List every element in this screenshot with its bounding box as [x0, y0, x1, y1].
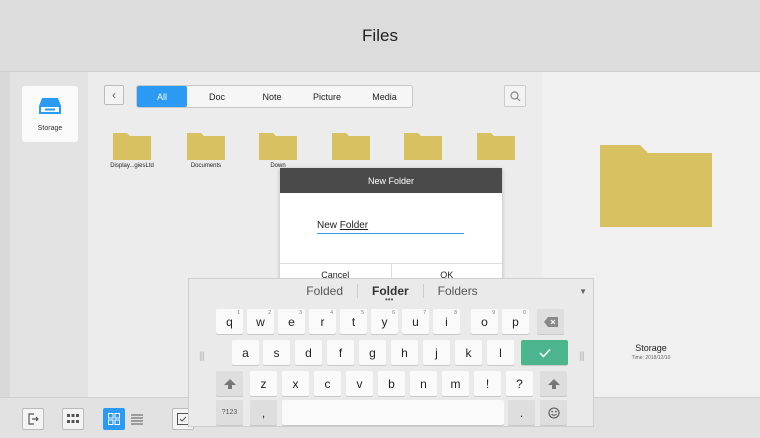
folder-icon — [187, 133, 225, 160]
key-j[interactable]: j — [423, 340, 450, 365]
suggestion-item[interactable]: Folded — [292, 284, 357, 298]
app-title: Files — [362, 25, 398, 45]
shift-icon — [547, 378, 560, 389]
space-key[interactable] — [282, 400, 504, 425]
input-text-composing: Folder — [339, 220, 369, 231]
dialog-title: New Folder — [280, 168, 502, 193]
key-m[interactable]: m — [442, 371, 469, 396]
key-k[interactable]: k — [455, 340, 482, 365]
suggestion-strip: Folded Folder Folders ••• — [189, 279, 595, 304]
key-s[interactable]: s — [263, 340, 290, 365]
tab-note[interactable]: Note — [247, 86, 297, 107]
grid-view-icon — [108, 413, 120, 425]
key-v[interactable]: v — [346, 371, 373, 396]
tab-all[interactable]: All — [137, 86, 187, 107]
on-screen-keyboard: Folded Folder Folders ••• ▼ ||| ||| q1 w… — [188, 278, 594, 427]
more-suggestions-icon: ••• — [385, 295, 394, 304]
suggestion-item[interactable]: Folders — [424, 284, 492, 298]
emoji-icon — [547, 406, 560, 419]
storage-sidebar: Storage — [10, 72, 88, 397]
comma-key[interactable]: , — [250, 400, 277, 425]
folder-icon — [477, 133, 515, 160]
back-button[interactable]: ‹ — [104, 85, 124, 105]
key-r[interactable]: r4 — [309, 309, 336, 334]
filter-tabs: All Doc Note Picture Media — [136, 85, 413, 108]
new-folder-dialog: New Folder New Folder Cancel OK — [280, 168, 502, 286]
storage-icon — [38, 96, 62, 121]
storage-tile[interactable]: Storage — [22, 86, 78, 142]
key-u[interactable]: u7 — [402, 309, 429, 334]
key-h[interactable]: h — [391, 340, 418, 365]
folder-name: Documents — [190, 163, 222, 169]
folder-item[interactable] — [393, 130, 453, 163]
folder-item[interactable] — [321, 130, 381, 163]
tab-picture[interactable]: Picture — [297, 86, 357, 107]
folder-item[interactable]: Down — [248, 130, 308, 169]
shift-key-right[interactable] — [540, 371, 567, 396]
exit-button[interactable] — [22, 408, 44, 430]
key-e[interactable]: e3 — [278, 309, 305, 334]
folder-icon — [113, 133, 151, 160]
key-w[interactable]: w2 — [247, 309, 274, 334]
folder-item[interactable] — [466, 130, 526, 163]
key-a[interactable]: a — [232, 340, 259, 365]
list-view-button[interactable] — [126, 408, 148, 430]
key-o[interactable]: o9 — [471, 309, 498, 334]
key-n[interactable]: n — [410, 371, 437, 396]
collapse-keyboard-icon[interactable]: ▼ — [579, 287, 587, 296]
key-z[interactable]: z — [250, 371, 277, 396]
key-g[interactable]: g — [359, 340, 386, 365]
grid-small-icon — [67, 414, 79, 423]
storage-tile-label: Storage — [37, 125, 63, 132]
emoji-key[interactable] — [540, 400, 567, 425]
key-x[interactable]: x — [282, 371, 309, 396]
folder-icon — [404, 133, 442, 160]
key-f[interactable]: f — [327, 340, 354, 365]
key-y[interactable]: y6 — [371, 309, 398, 334]
key-b[interactable]: b — [378, 371, 405, 396]
key-t[interactable]: t5 — [340, 309, 367, 334]
backspace-icon — [543, 316, 558, 327]
large-folder-icon — [600, 145, 712, 227]
tab-doc[interactable]: Doc — [187, 86, 247, 107]
symbols-key[interactable]: ?123 — [216, 400, 243, 425]
key-i[interactable]: i8 — [433, 309, 460, 334]
title-bar: Files — [0, 0, 760, 72]
right-grip-icon[interactable]: ||| — [579, 351, 585, 362]
shift-icon — [223, 378, 236, 389]
key-l[interactable]: l — [487, 340, 514, 365]
folder-name-input[interactable]: New Folder — [317, 220, 464, 234]
enter-key[interactable] — [521, 340, 568, 365]
chevron-left-icon: ‹ — [112, 88, 116, 102]
key-question[interactable]: ? — [506, 371, 533, 396]
folder-item[interactable]: Documents — [176, 130, 236, 169]
key-p[interactable]: p0 — [502, 309, 529, 334]
folder-name: Display...giesLtd — [110, 163, 154, 169]
folder-icon — [259, 133, 297, 160]
left-grip-icon[interactable]: ||| — [199, 351, 205, 362]
list-view-icon — [131, 414, 143, 424]
search-button[interactable] — [504, 85, 526, 107]
checkmark-icon — [538, 348, 551, 358]
tab-media[interactable]: Media — [357, 86, 412, 107]
period-key[interactable]: . — [508, 400, 535, 425]
shift-key-left[interactable] — [216, 371, 243, 396]
key-q[interactable]: q1 — [216, 309, 243, 334]
input-text-prefix: New — [317, 220, 340, 231]
multi-select-button[interactable] — [62, 408, 84, 430]
exit-icon — [28, 413, 39, 425]
key-d[interactable]: d — [295, 340, 322, 365]
key-exclamation[interactable]: ! — [474, 371, 501, 396]
folder-icon — [332, 133, 370, 160]
folder-item[interactable]: Display...giesLtd — [102, 130, 162, 169]
key-c[interactable]: c — [314, 371, 341, 396]
search-icon — [509, 90, 520, 101]
backspace-key[interactable] — [537, 309, 564, 334]
grid-view-button[interactable] — [103, 408, 125, 430]
